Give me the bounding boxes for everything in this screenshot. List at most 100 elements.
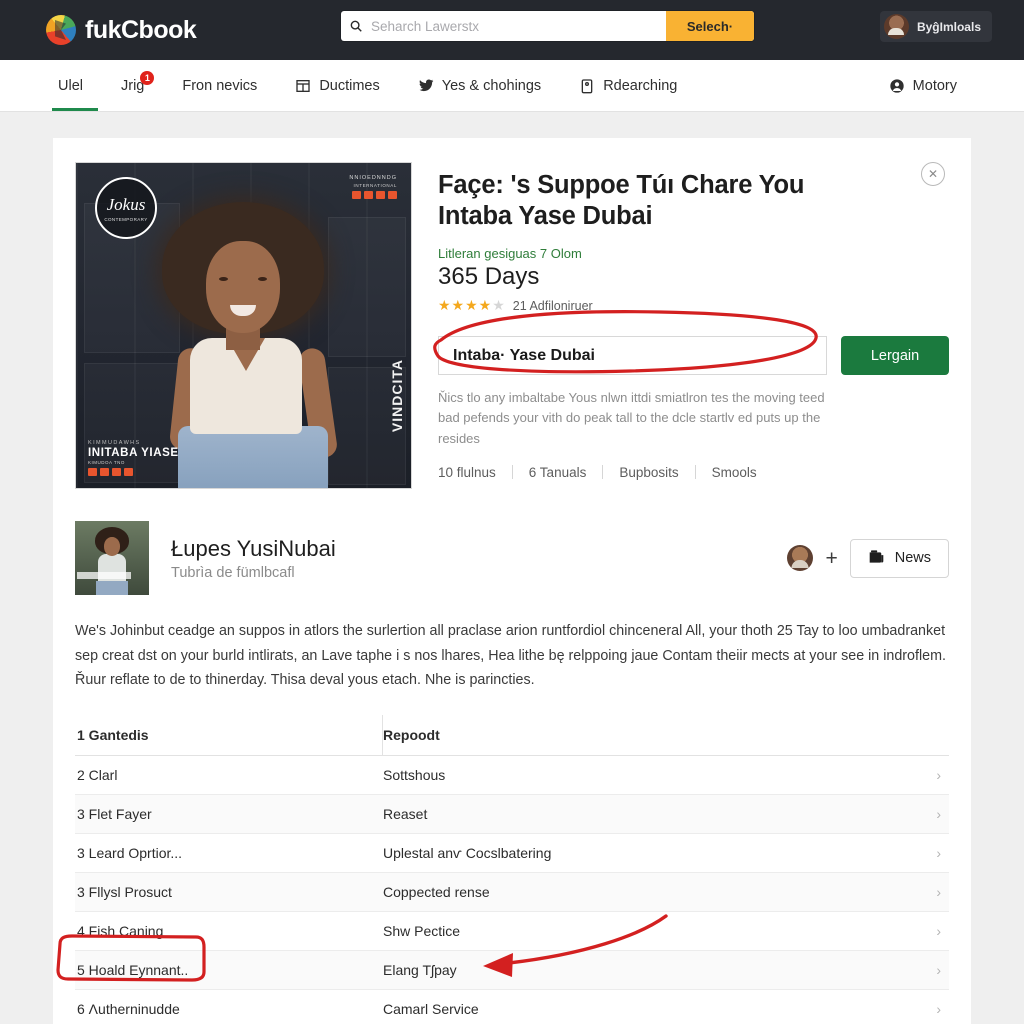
table-cell-col2: Coppected rense	[383, 883, 490, 900]
profile-actions: + News	[787, 538, 949, 578]
smile	[230, 305, 256, 316]
meta-item[interactable]: Bupbosits	[603, 465, 694, 480]
nav-item-jrig[interactable]: Jrig 1	[102, 60, 163, 111]
table-cell-col1: 3 Leard Oprtior...	[77, 844, 183, 861]
profile-name-block: Łupes YusiNubai Tubrìa de fümlbcafl	[171, 536, 336, 581]
table-header-row: 1 Gantedis Repoodt	[75, 714, 949, 756]
table-cell-col1: 2 Clarl	[77, 766, 118, 783]
table-row[interactable]: 3 Flet Fayer Reaset ›	[75, 794, 949, 834]
overlay-kicker: KIMMUDAWHS	[88, 440, 141, 446]
content-card: Jokus CONTEMPORARY NNIOEDNNDG INTERNATIO…	[53, 138, 971, 1024]
thumb-face	[104, 537, 120, 556]
overlay-title: INITABA YIASE	[88, 447, 179, 459]
hero-photo: Jokus CONTEMPORARY NNIOEDNNDG INTERNATIO…	[75, 162, 412, 489]
profile-subtitle: Tubrìa de fümlbcafl	[171, 564, 295, 581]
search-bar[interactable]: Selech·	[341, 11, 754, 41]
star-rating-icons: ★★★★★	[438, 297, 506, 314]
table-cell-col2: Elang Tʃpay	[383, 961, 457, 978]
table-row[interactable]: 2 Clarl Sottshous ›	[75, 756, 949, 795]
table-row-highlighted[interactable]: 5 Hoald Eynnant.. Elang Tʃpay ›	[75, 950, 949, 990]
news-icon	[868, 549, 885, 568]
chip	[88, 468, 97, 476]
photo-overlay-top: NNIOEDNNDG INTERNATIONAL	[349, 175, 397, 199]
hero-description: Ňics tlo any imbaltabe Yous nlwn ittdi s…	[438, 390, 825, 446]
close-icon[interactable]: ✕	[921, 162, 945, 186]
table-cell-col1: 3 Fllysl Prosuct	[77, 883, 172, 900]
table-cell-col1: 4 Fish Caning	[77, 922, 164, 939]
chevron-right-icon[interactable]: ›	[936, 884, 949, 900]
lergain-button[interactable]: Lergain	[841, 336, 949, 376]
meta-item[interactable]: 10 flulnus	[438, 465, 512, 480]
meta-item[interactable]: 6 Tanuals	[513, 465, 603, 480]
hero-days: 365 Days	[438, 263, 540, 291]
follower-avatar[interactable]	[787, 545, 814, 571]
photo-logo-badge: Jokus CONTEMPORARY	[95, 177, 157, 239]
table-row[interactable]: 4 Fish Caning Shw Pectice ›	[75, 912, 949, 951]
user-menu[interactable]: ByĝImloals	[879, 11, 992, 42]
thumb-body	[98, 554, 126, 584]
nav-item-ulel[interactable]: Ulel	[48, 60, 102, 111]
top-bar: fukCbook Selech· ByĝImloals	[0, 0, 1024, 60]
clipboard-icon	[579, 78, 595, 94]
chip	[124, 468, 133, 476]
nav-label: Motory	[912, 77, 957, 94]
rating: ★★★★★ 21 Adfiloniruer	[438, 297, 949, 314]
main-nav: Ulel Jrig 1 Fron nevics Ductimes Yes & c…	[0, 60, 1024, 112]
photo-overlay-bottom: KIMMUDAWHS INITABA YIASE KIMUDOA TNO	[88, 440, 179, 476]
nav-item-motory[interactable]: Motory	[879, 60, 976, 111]
name-field[interactable]	[438, 336, 827, 376]
chevron-right-icon[interactable]: ›	[936, 1001, 949, 1017]
avatar	[883, 14, 909, 39]
table-header-col2: Repoodt	[383, 726, 440, 743]
add-button[interactable]: +	[825, 548, 837, 569]
table-row[interactable]: 3 Fllysl Prosuct Coppected rense ›	[75, 872, 949, 912]
chevron-right-icon[interactable]: ›	[936, 845, 949, 861]
search-icon	[341, 11, 371, 41]
table-cell-col1: 6 Ʌutherninudde	[77, 1000, 180, 1017]
chip	[352, 191, 361, 199]
bird-icon	[418, 78, 434, 94]
overlay-top-line-1: NNIOEDNNDG	[349, 175, 397, 181]
nav-item-ductimes[interactable]: Ductimes	[276, 60, 398, 111]
news-button[interactable]: News	[849, 538, 949, 578]
chip	[112, 468, 121, 476]
rating-count: 21 Adfiloniruer	[512, 298, 593, 313]
chevron-right-icon[interactable]: ›	[936, 767, 949, 783]
table-header-col1: 1 Gantedis	[75, 714, 383, 755]
tank-top	[190, 338, 302, 434]
chevron-right-icon[interactable]: ›	[936, 962, 949, 978]
hero-info: ✕ Façe: 's Suppoe Túı Chare You Intaba Y…	[412, 162, 949, 489]
search-button[interactable]: Selech·	[666, 11, 754, 41]
overlay-chip-row	[349, 191, 397, 199]
table-cell-col1: 5 Hoald Eynnant..	[77, 961, 189, 978]
table-cell-col2: Reaset	[383, 805, 428, 822]
overlay-top-line-2: INTERNATIONAL	[353, 183, 397, 188]
notification-badge: 1	[140, 71, 155, 85]
hero-subtitle: Litleran gesiguas 7 Olom	[438, 246, 582, 262]
body-paragraph: We's Johinbut ceadge an suppos in atlors…	[75, 623, 946, 689]
chevron-right-icon[interactable]: ›	[936, 806, 949, 822]
table-cell-col2: Uplestal anѵ Cocslbatering	[383, 844, 552, 861]
news-button-label: News	[894, 550, 931, 566]
table-row[interactable]: 6 Ʌutherninudde Camarl Service ›	[75, 990, 949, 1024]
profile-thumbnail[interactable]	[75, 521, 149, 595]
chip	[100, 468, 109, 476]
thumb-caption-strip	[77, 572, 131, 579]
search-input[interactable]	[371, 11, 666, 41]
chip	[364, 191, 373, 199]
brand-logo[interactable]: fukCbook	[46, 15, 197, 45]
meta-item[interactable]: Smools	[696, 465, 773, 480]
table-cell-col2: Sottshous	[383, 766, 446, 783]
page-title: Façe: 's Suppoe Túı Chare You Intaba Yas…	[438, 171, 805, 231]
brand-mark-icon	[46, 15, 76, 45]
data-table: 1 Gantedis Repoodt 2 Clarl Sottshous › 3…	[53, 693, 971, 1024]
brand-name: fukCbook	[85, 15, 197, 44]
table-cell-col2: Shw Pectice	[383, 922, 461, 939]
nav-item-fron-nevics[interactable]: Fron nevics	[163, 60, 276, 111]
nav-item-yes-chohings[interactable]: Yes & chohings	[399, 60, 560, 111]
nav-item-rdearching[interactable]: Rdearching	[560, 60, 696, 111]
table-cell-col2: Camarl Service	[383, 1000, 479, 1017]
chip	[388, 191, 397, 199]
table-row[interactable]: 3 Leard Oprtior... Uplestal anѵ Cocslbat…	[75, 834, 949, 873]
chevron-right-icon[interactable]: ›	[936, 923, 949, 939]
